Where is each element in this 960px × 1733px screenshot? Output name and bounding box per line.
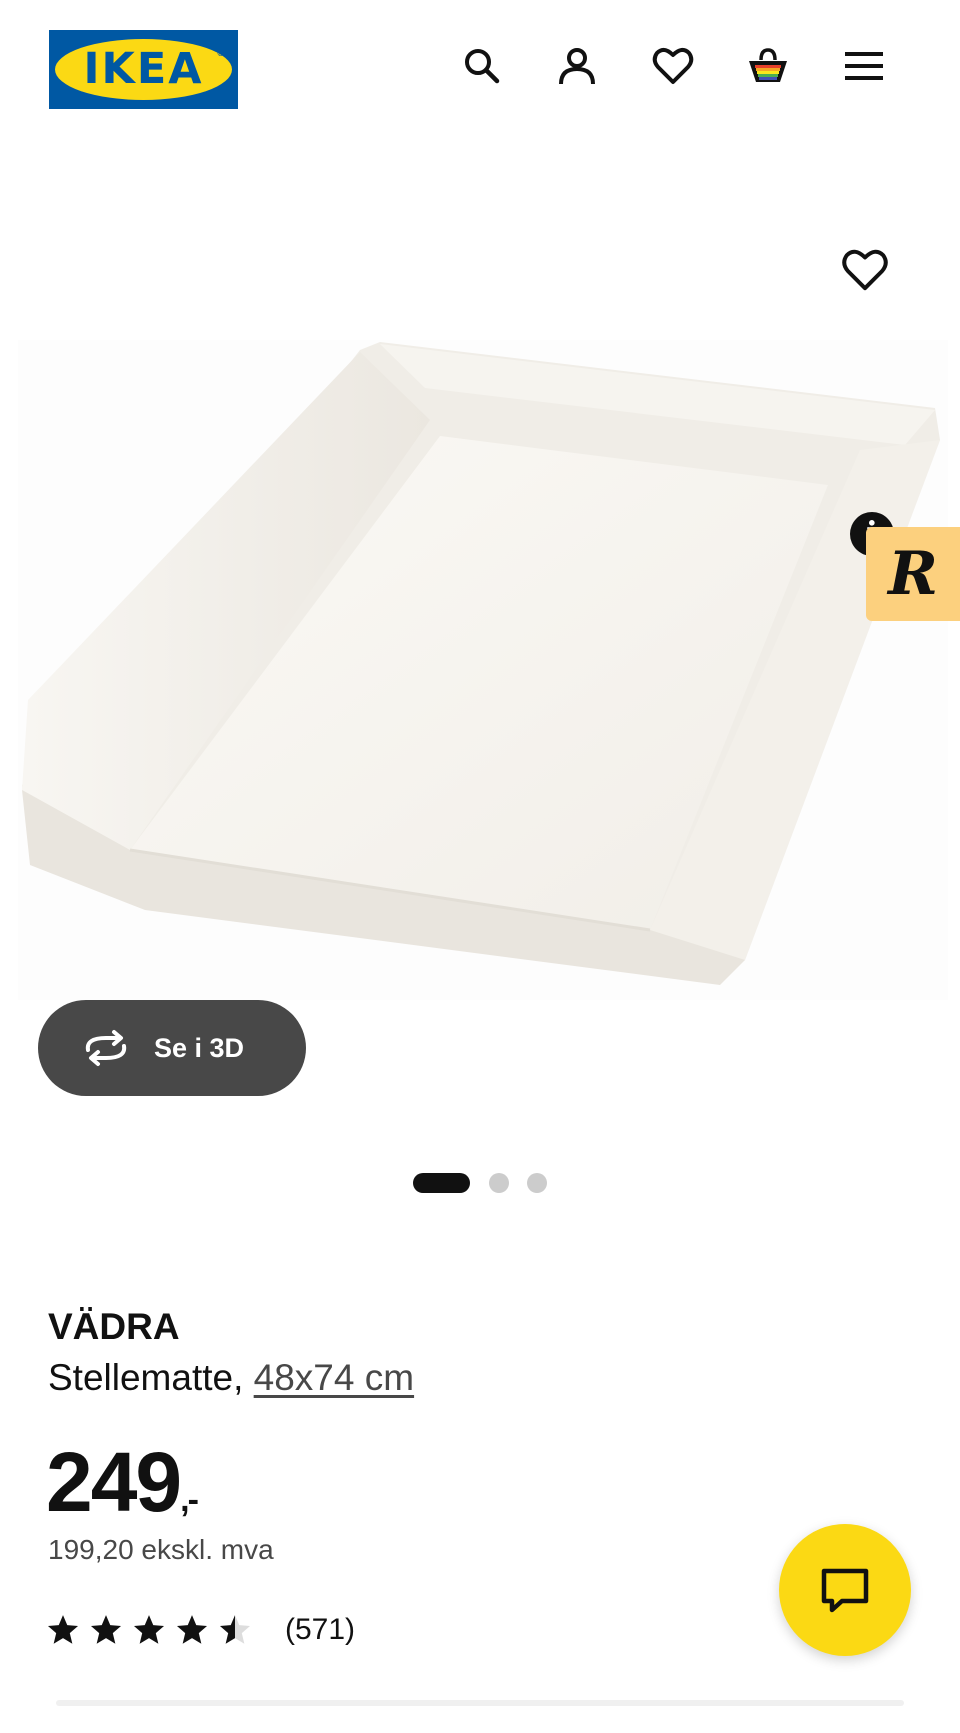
side-tab-letter: R — [888, 539, 938, 609]
view-in-3d-button[interactable]: Se i 3D — [38, 1000, 306, 1096]
review-count: (571) — [285, 1613, 356, 1646]
product-description: Stellematte, 48x74 cm — [48, 1357, 414, 1399]
price-suffix: ,- — [180, 1481, 199, 1519]
product-name: VÄDRA — [48, 1306, 180, 1347]
price-value: 249 — [46, 1435, 182, 1529]
product-type: Stellematte, — [48, 1357, 254, 1398]
search-icon[interactable] — [458, 42, 506, 90]
carousel-dot-active[interactable] — [413, 1173, 470, 1193]
star-icon — [90, 1615, 122, 1644]
logo-text: IKEA — [83, 44, 204, 94]
product-price: 249,- — [46, 1434, 199, 1531]
product-image[interactable] — [0, 330, 960, 1010]
chat-button[interactable] — [779, 1524, 911, 1656]
star-icon — [176, 1615, 208, 1644]
size-link[interactable]: 48x74 cm — [254, 1357, 414, 1398]
shopping-basket-icon[interactable] — [744, 42, 792, 90]
side-promo-tab[interactable]: R — [866, 527, 960, 621]
rating-summary[interactable]: (571) — [46, 1613, 355, 1647]
star-icon — [133, 1615, 165, 1644]
hamburger-menu-icon[interactable] — [840, 42, 888, 90]
ikea-logo[interactable]: IKEA ® — [49, 30, 238, 109]
price-ex-vat: 199,20 ekskl. mva — [48, 1534, 274, 1565]
logo-registered-mark: ® — [217, 48, 224, 58]
carousel-dot[interactable] — [489, 1173, 509, 1193]
view-in-3d-label: Se i 3D — [154, 1032, 245, 1063]
wishlist-heart-icon[interactable] — [649, 42, 697, 90]
account-icon[interactable] — [553, 42, 601, 90]
chat-bubble-icon — [821, 1568, 869, 1613]
site-header: IKEA ® — [0, 0, 960, 140]
carousel-dot[interactable] — [527, 1173, 547, 1193]
section-divider — [56, 1700, 904, 1706]
star-icon — [47, 1615, 79, 1644]
heart-outline-icon[interactable] — [840, 245, 890, 295]
half-star-icon — [219, 1615, 251, 1644]
rotate-3d-icon — [85, 1030, 127, 1066]
